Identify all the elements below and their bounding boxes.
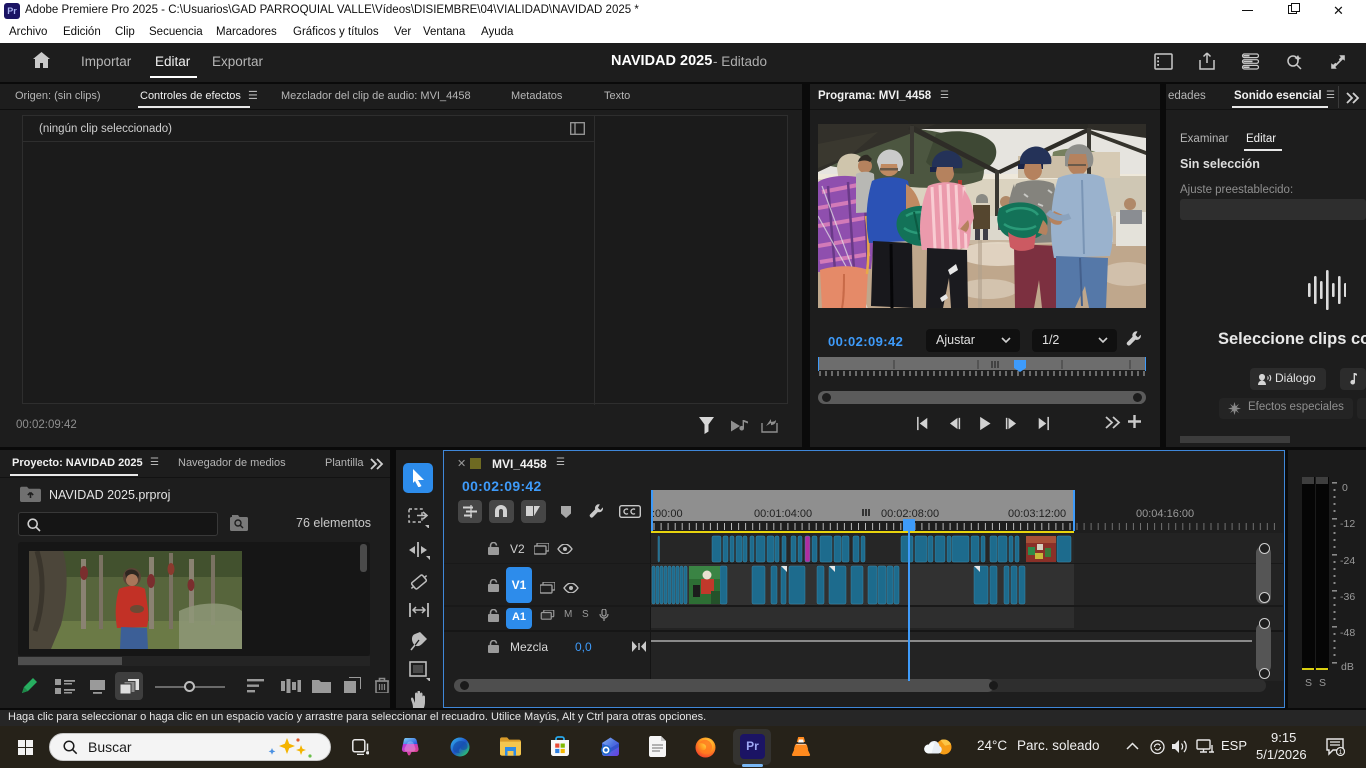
svg-text:1: 1 bbox=[1339, 749, 1343, 756]
